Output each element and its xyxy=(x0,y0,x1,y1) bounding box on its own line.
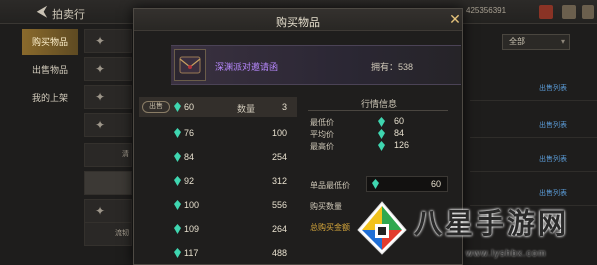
unit-price-label: 单品最低价 xyxy=(310,181,350,190)
row-price: 76 xyxy=(184,128,195,138)
gem-icon xyxy=(174,152,181,162)
total-amount-label: 总购买金额 xyxy=(310,223,350,232)
dialog-title: 购买物品 xyxy=(276,17,320,29)
unit-price-field[interactable]: 60 xyxy=(366,176,448,192)
arrow-left-icon[interactable]: ⮜ xyxy=(32,3,52,21)
owned-count: 拥有：538 xyxy=(371,62,414,72)
listing-link[interactable]: 出售列表 xyxy=(539,120,567,130)
listing-link[interactable]: 出售列表 xyxy=(539,83,567,93)
sell-tag: 出售 xyxy=(142,101,170,113)
item-name: 深渊派对邀请函 xyxy=(215,62,279,72)
dialog-header: 购买物品 ✕ xyxy=(134,9,462,31)
category-slot[interactable]: ✦ xyxy=(84,113,132,137)
row-qty: 3 xyxy=(281,102,287,112)
market-info-title: 行情信息 xyxy=(360,99,397,109)
category-slot[interactable]: 清 xyxy=(84,143,132,167)
listing-row[interactable]: 出售列表 xyxy=(470,112,597,138)
chevron-down-icon: ▾ xyxy=(560,37,565,46)
list-item[interactable]: 117 488 xyxy=(139,243,297,263)
list-item[interactable]: 100 556 xyxy=(139,195,297,215)
stat-value-max: 126 xyxy=(394,140,410,150)
item-banner: 深渊派对邀请函 拥有：538 xyxy=(171,45,461,85)
filter-label: 全部 xyxy=(509,37,525,46)
row-price: 109 xyxy=(184,224,200,234)
row-qty: 100 xyxy=(271,128,287,138)
menu-icon[interactable] xyxy=(562,5,576,19)
gem-icon xyxy=(174,102,181,112)
list-item[interactable]: 84 254 xyxy=(139,147,297,167)
row-qty: 488 xyxy=(271,248,287,258)
category-slot[interactable] xyxy=(84,171,132,195)
sidebar-item-my-listings[interactable]: 我的上架 xyxy=(22,85,78,111)
row-qty: 264 xyxy=(271,224,287,234)
settings-icon[interactable] xyxy=(582,5,594,19)
gem-icon xyxy=(378,117,385,127)
price-list: 出售 60 数量 3 76 100 84 254 92 312 100 556 xyxy=(139,97,297,265)
slot-label: 清 xyxy=(122,151,129,158)
divider xyxy=(308,110,448,111)
page-title: 拍卖行 xyxy=(52,9,85,21)
row-price: 60 xyxy=(184,102,195,112)
coin-icon xyxy=(517,5,531,19)
row-price: 100 xyxy=(184,200,200,210)
list-item[interactable]: 76 100 xyxy=(139,123,297,143)
watermark: 八星手游网 www.lyshbx.com xyxy=(354,196,597,265)
unit-price-value: 60 xyxy=(430,179,441,189)
qty-label: 数量 xyxy=(237,104,256,114)
gem-icon xyxy=(174,248,181,258)
row-qty: 556 xyxy=(271,200,287,210)
stat-label-min: 最低价 xyxy=(310,118,334,127)
buy-qty-label: 购买数量 xyxy=(310,202,342,211)
invitation-card-icon xyxy=(174,49,206,81)
list-item[interactable]: 92 312 xyxy=(139,171,297,191)
row-price: 117 xyxy=(184,248,199,258)
watermark-url: www.lyshbx.com xyxy=(466,248,547,258)
stat-label-max: 最高价 xyxy=(310,142,334,151)
listing-link[interactable]: 出售列表 xyxy=(539,154,567,164)
gem-icon xyxy=(174,176,181,186)
row-qty: 254 xyxy=(271,152,287,162)
gem-icon xyxy=(174,128,181,138)
category-slot[interactable]: ✦ xyxy=(84,29,132,53)
list-item[interactable]: 出售 60 数量 3 xyxy=(139,97,297,117)
mail-icon[interactable] xyxy=(539,5,553,19)
list-item[interactable]: 109 264 xyxy=(139,219,297,239)
category-slot[interactable]: ✦ xyxy=(84,85,132,109)
watermark-text: 八星手游网 xyxy=(414,207,570,240)
listing-row[interactable]: 出售列表 xyxy=(470,75,597,101)
gem-icon xyxy=(174,224,181,234)
close-icon[interactable]: ✕ xyxy=(447,11,463,27)
stat-label-avg: 平均价 xyxy=(310,130,334,139)
sidebar-item-sell[interactable]: 出售物品 xyxy=(22,57,78,83)
category-slot[interactable]: ✦ xyxy=(84,199,132,223)
listing-row[interactable]: 出售列表 xyxy=(470,146,597,172)
stat-value-min: 60 xyxy=(394,116,405,126)
gem-icon xyxy=(378,141,385,151)
currency-amount: 425356391 xyxy=(466,6,507,15)
filter-dropdown[interactable]: 全部 ▾ xyxy=(502,34,570,50)
stat-value-avg: 84 xyxy=(394,128,405,138)
logo-icon xyxy=(357,201,407,255)
row-price: 92 xyxy=(184,176,195,186)
gem-icon xyxy=(378,129,385,139)
gem-icon xyxy=(372,179,379,189)
category-slot[interactable]: 流韧 xyxy=(84,222,132,246)
row-qty: 312 xyxy=(271,176,287,186)
slot-label: 流韧 xyxy=(115,230,129,237)
category-slot[interactable]: ✦ xyxy=(84,57,132,81)
row-price: 84 xyxy=(184,152,195,162)
gem-icon xyxy=(174,200,181,210)
sidebar-item-buy[interactable]: 购买物品 xyxy=(22,29,78,55)
